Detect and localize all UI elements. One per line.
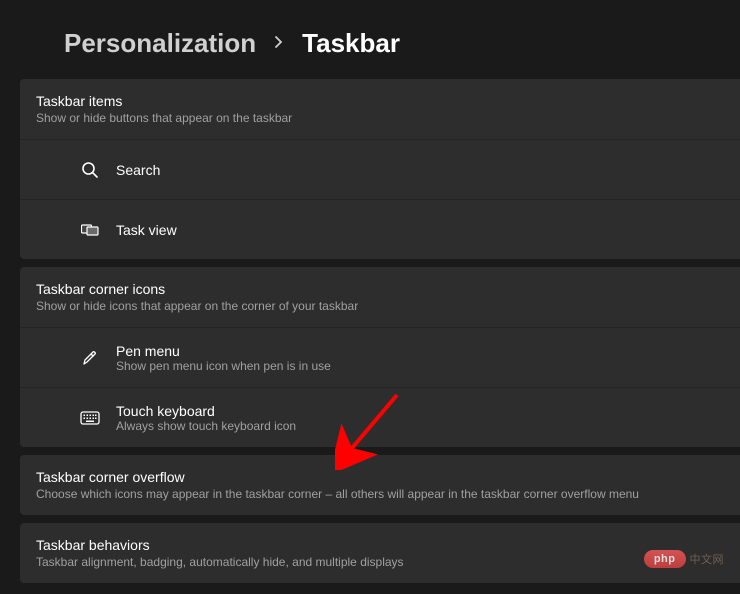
- section-title: Taskbar items: [36, 93, 724, 109]
- corner-icons-section: Taskbar corner icons Show or hide icons …: [20, 267, 740, 447]
- row-label: Touch keyboard: [116, 403, 296, 419]
- pen-menu-row[interactable]: Pen menu Show pen menu icon when pen is …: [20, 327, 740, 387]
- search-row[interactable]: Search: [20, 139, 740, 199]
- watermark: php 中文网: [644, 550, 724, 568]
- touch-keyboard-row[interactable]: Touch keyboard Always show touch keyboar…: [20, 387, 740, 447]
- watermark-badge: php: [644, 550, 686, 568]
- section-desc: Show or hide icons that appear on the co…: [36, 299, 724, 313]
- pen-icon: [80, 348, 100, 368]
- taskbar-items-section: Taskbar items Show or hide buttons that …: [20, 79, 740, 259]
- corner-overflow-section[interactable]: Taskbar corner overflow Choose which ico…: [20, 455, 740, 515]
- section-title: Taskbar behaviors: [36, 537, 724, 553]
- row-desc: Show pen menu icon when pen is in use: [116, 359, 331, 373]
- section-desc: Choose which icons may appear in the tas…: [36, 487, 724, 501]
- row-label: Search: [116, 162, 160, 178]
- breadcrumb-current: Taskbar: [302, 28, 400, 59]
- section-desc: Show or hide buttons that appear on the …: [36, 111, 724, 125]
- corner-icons-header[interactable]: Taskbar corner icons Show or hide icons …: [20, 267, 740, 327]
- taskview-icon: [80, 220, 100, 240]
- row-label: Task view: [116, 222, 177, 238]
- taskview-row[interactable]: Task view: [20, 199, 740, 259]
- breadcrumb: Personalization Taskbar: [0, 0, 740, 79]
- breadcrumb-parent[interactable]: Personalization: [64, 28, 256, 59]
- row-label: Pen menu: [116, 343, 331, 359]
- section-title: Taskbar corner overflow: [36, 469, 724, 485]
- search-icon: [80, 160, 100, 180]
- section-title: Taskbar corner icons: [36, 281, 724, 297]
- row-desc: Always show touch keyboard icon: [116, 419, 296, 433]
- behaviors-section[interactable]: Taskbar behaviors Taskbar alignment, bad…: [20, 523, 740, 583]
- watermark-text: 中文网: [690, 551, 725, 567]
- keyboard-icon: [80, 408, 100, 428]
- chevron-right-icon: [274, 33, 284, 54]
- taskbar-items-header[interactable]: Taskbar items Show or hide buttons that …: [20, 79, 740, 139]
- section-desc: Taskbar alignment, badging, automaticall…: [36, 555, 724, 569]
